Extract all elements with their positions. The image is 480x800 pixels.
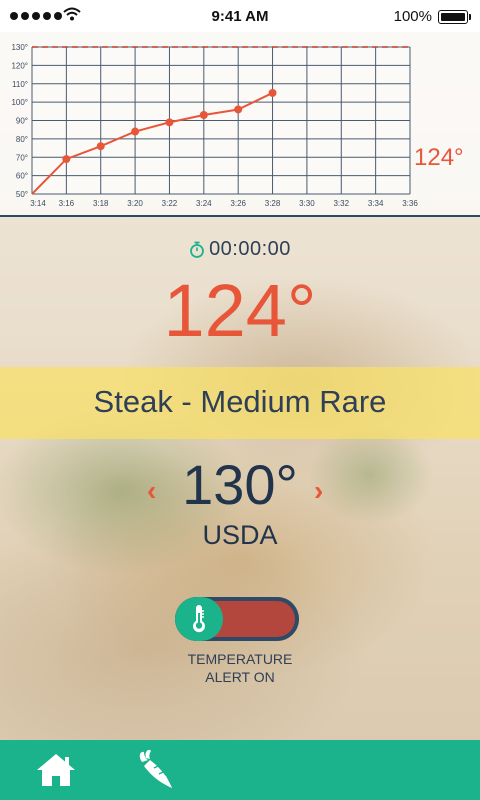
data-point	[96, 142, 105, 151]
y-tick-label: 60°	[16, 172, 28, 181]
x-tick-label: 3:36	[402, 199, 418, 208]
chevron-right-icon[interactable]: ›	[314, 475, 323, 507]
data-point	[131, 127, 140, 136]
target-temperature-value: 130°	[182, 453, 298, 516]
current-temperature: 124°	[163, 269, 317, 352]
preset-banner[interactable]: Steak - Medium Rare	[0, 367, 480, 439]
target-temperature-selector: ‹ 130° › USDA	[0, 452, 480, 550]
battery-percent: 100%	[393, 8, 432, 25]
data-point	[234, 105, 243, 114]
x-tick-label: 3:34	[368, 199, 384, 208]
x-tick-label: 3:20	[127, 199, 143, 208]
chevron-left-icon[interactable]: ‹	[147, 475, 156, 507]
tab-food[interactable]	[132, 748, 180, 792]
y-tick-label: 120°	[11, 61, 28, 70]
data-point	[268, 88, 277, 97]
toggle-knob[interactable]	[175, 597, 223, 641]
temperature-chart-svg: 50° 60° 70° 80° 90° 100° 110° 120° 130° 3:14 3:16 3…	[11, 43, 418, 208]
x-tick-label: 3:32	[333, 199, 349, 208]
chart-current-reading: 124°	[414, 144, 464, 171]
x-tick-label: 3:14	[30, 199, 46, 208]
x-tick-label: 3:16	[59, 199, 75, 208]
stopwatch-icon	[190, 241, 204, 258]
status-bar: 9:41 AM 100%	[0, 0, 480, 32]
target-standard: USDA	[202, 520, 278, 550]
x-tick-label: 3:22	[162, 199, 178, 208]
y-tick-label: 100°	[11, 98, 28, 107]
alert-label: TEMPERATURE ALERT ON	[0, 650, 480, 686]
x-tick-label: 3:30	[299, 199, 315, 208]
cook-timer: 00:00:00	[0, 238, 480, 261]
battery-icon	[438, 10, 471, 24]
x-tick-label: 3:28	[265, 199, 281, 208]
y-tick-label: 130°	[11, 43, 28, 52]
bottom-tab-bar	[0, 740, 480, 800]
preset-label: Steak - Medium Rare	[93, 384, 387, 419]
data-point	[62, 155, 71, 164]
timer-value: 00:00:00	[209, 238, 291, 260]
home-icon	[37, 754, 75, 786]
y-tick-label: 90°	[16, 117, 28, 126]
y-tick-label: 50°	[16, 190, 28, 199]
alert-label-line2: ALERT ON	[205, 669, 275, 685]
y-tick-label: 110°	[12, 80, 28, 89]
thermometer-icon	[193, 605, 205, 633]
data-point	[165, 118, 174, 127]
data-point	[199, 110, 208, 119]
x-tick-label: 3:24	[196, 199, 212, 208]
alert-label-line1: TEMPERATURE	[187, 651, 293, 667]
y-tick-label: 80°	[16, 135, 28, 144]
temperature-alert-toggle[interactable]	[175, 597, 299, 641]
x-tick-label: 3:26	[230, 199, 246, 208]
y-tick-label: 70°	[16, 153, 28, 162]
temperature-chart: 50° 60° 70° 80° 90° 100° 110° 120° 130° 3:14 3:16 3…	[0, 32, 480, 217]
x-tick-label: 3:18	[93, 199, 109, 208]
carrot-icon	[139, 749, 172, 788]
tab-home[interactable]	[32, 748, 80, 792]
